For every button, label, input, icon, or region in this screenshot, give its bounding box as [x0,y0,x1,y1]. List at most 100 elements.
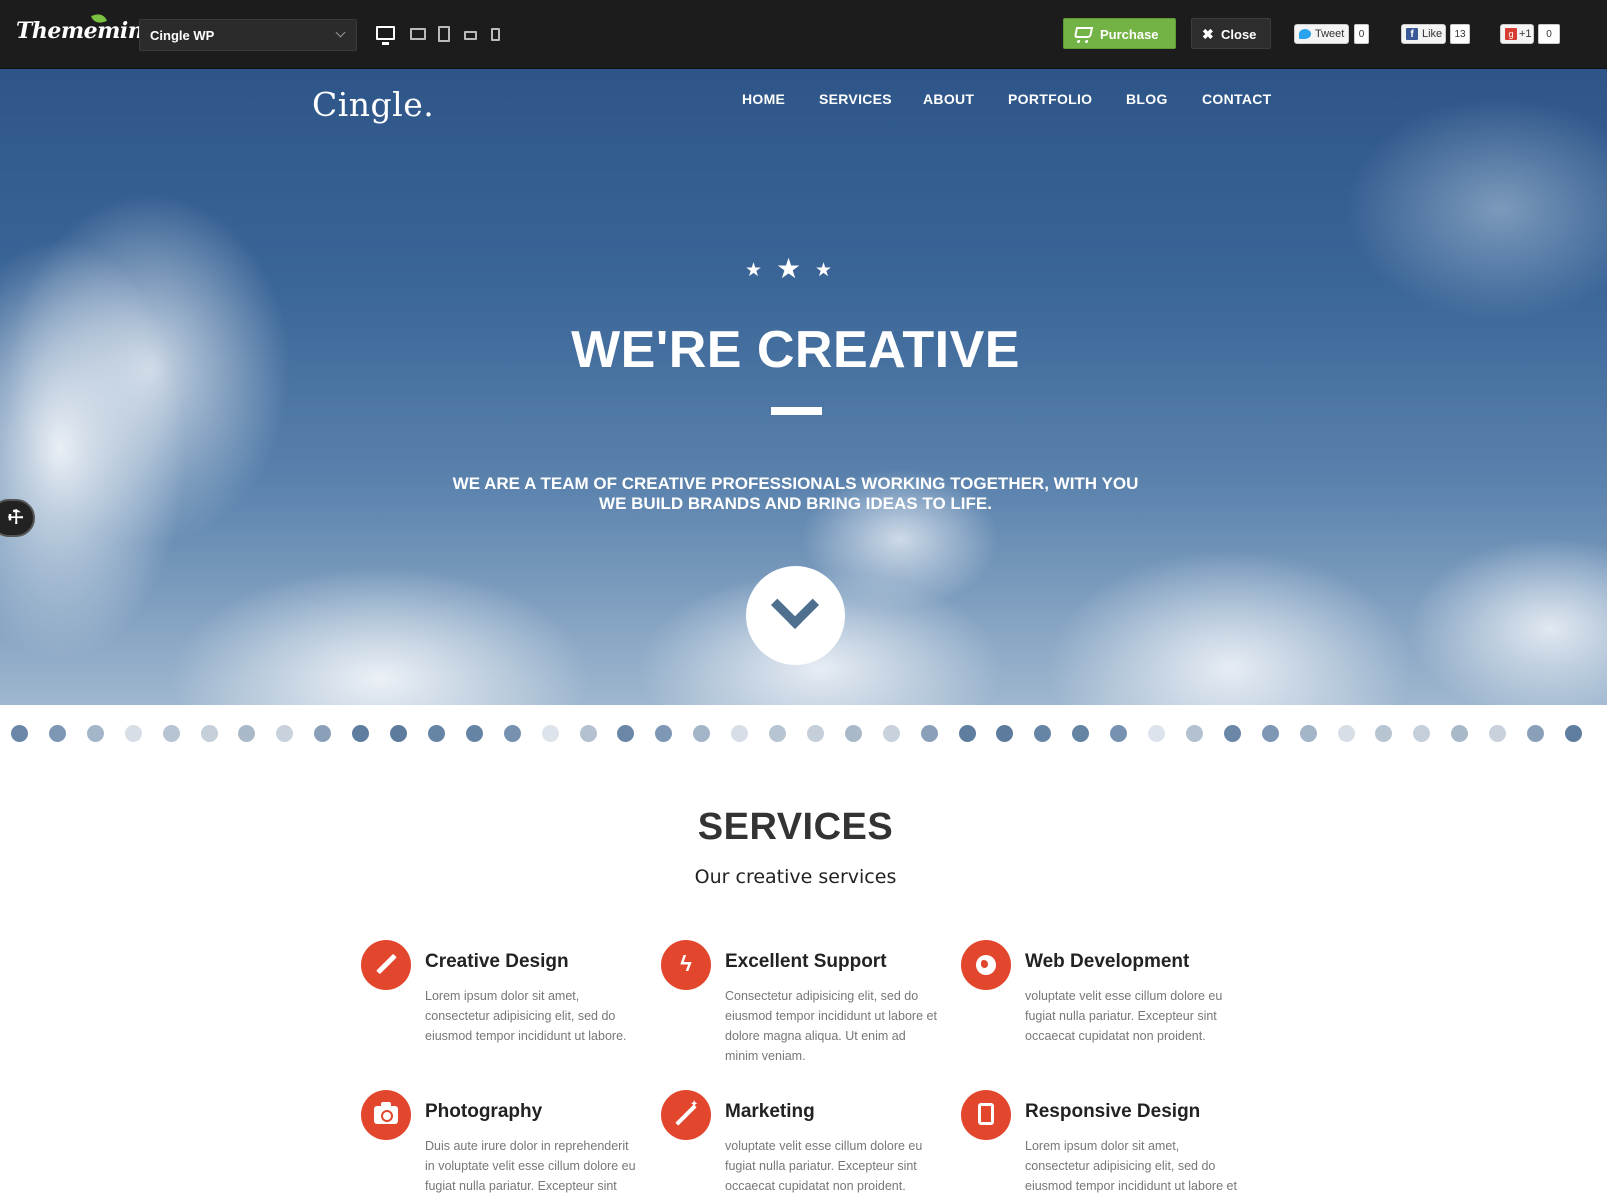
nav-blog[interactable]: BLOG [1126,91,1168,107]
hero-section: Cingle. HOME SERVICES ABOUT PORTFOLIO BL… [0,69,1607,705]
like-label: Like [1422,28,1443,40]
nav-portfolio[interactable]: PORTFOLIO [1008,91,1092,107]
decorative-dot [1527,725,1544,742]
twitter-icon [1299,29,1311,39]
decorative-dot [86,725,104,742]
decorative-dot [1148,725,1165,742]
decorative-dot [1299,725,1317,742]
facebook-icon: f [1406,28,1418,40]
phone-landscape-view-icon[interactable] [464,31,477,40]
decorative-dot [1564,725,1582,742]
decorative-dot [352,725,370,742]
nav-services[interactable]: SERVICES [819,91,892,107]
services-title: SERVICES [697,806,894,848]
decorative-dot [958,725,976,742]
theme-select-value: Cingle WP [150,28,215,43]
gplus-label: +1 [1519,28,1532,40]
decorative-dot [1413,725,1431,742]
decorative-dot [844,725,862,742]
nav-home[interactable]: HOME [742,91,785,107]
decorative-dot [276,725,294,742]
decorative-dot [238,725,256,742]
decorative-dot [1185,725,1203,742]
desktop-view-icon[interactable] [376,26,395,45]
tablet-landscape-view-icon[interactable] [410,28,426,40]
service-desc: Lorem ipsum dolor sit amet, consectetur … [425,989,627,1043]
decorative-dot [541,725,559,742]
close-label: Close [1221,27,1257,42]
decorative-dot [11,725,28,742]
hero-divider [771,407,822,415]
star-icon: ★ [776,253,802,284]
google-plus-icon: g [1505,28,1517,40]
decorative-dot [882,725,900,742]
service-name[interactable]: Photography [425,1101,542,1123]
like-count: 13 [1450,24,1470,44]
stars-ornament: ★ ★ ★ [741,252,837,284]
site-logo[interactable]: Cingle. [312,85,434,124]
gplus-count: 0 [1538,24,1560,44]
cart-icon [1073,27,1094,38]
close-button[interactable]: ✖ Close [1191,18,1271,49]
decorative-dot-strip [0,705,1607,760]
decorative-dot [200,725,218,742]
tablet-icon [961,1090,1011,1140]
decorative-dot [769,725,786,742]
close-icon: ✖ [1202,26,1214,42]
phone-portrait-view-icon[interactable] [491,28,500,41]
camera-icon [361,1090,411,1140]
decorative-dot [1223,725,1241,742]
tweet-count: 0 [1354,24,1369,44]
decorative-dot [920,725,938,742]
bolt-icon: ϟ [661,940,711,990]
star-icon: ★ [745,260,763,281]
service-name[interactable]: Responsive Design [1025,1101,1200,1123]
decorative-dot [1451,725,1469,742]
decorative-dot [162,725,180,742]
star-icon: ★ [815,260,833,281]
service-name[interactable]: Excellent Support [725,951,887,973]
service-desc: voluptate velit esse cillum dolore eu fu… [725,1139,923,1193]
preview-topbar: Thememints Cingle WP Purchase ✖ Close Tw… [0,0,1607,69]
purchase-label: Purchase [1100,27,1159,42]
hero-subtitle: WE ARE A TEAM OF CREATIVE PROFESSIONALS … [452,474,1139,513]
decorative-dot [996,725,1014,742]
chevron-down-icon [335,27,346,38]
tweet-label: Tweet [1315,28,1345,40]
decorative-dot [1375,725,1393,742]
magic-wand-icon: ✦ [661,1090,711,1140]
decorative-dot [693,725,711,742]
decorative-dot [1110,725,1128,742]
service-name[interactable]: Web Development [1025,951,1189,973]
gplus-button[interactable]: g +1 [1500,24,1534,44]
decorative-dot [617,725,635,742]
tablet-portrait-view-icon[interactable] [438,26,450,42]
decorative-dot [465,725,483,742]
nav-about[interactable]: ABOUT [923,91,974,107]
decorative-dot [124,725,142,742]
theme-select[interactable]: Cingle WP [139,19,357,51]
globe-icon [961,940,1011,990]
style-switcher-toggle[interactable]: ⚒ [0,499,35,537]
service-name[interactable]: Marketing [725,1101,815,1123]
tweet-button[interactable]: Tweet [1294,24,1349,44]
decorative-dot [503,725,521,742]
service-desc: Lorem ipsum dolor sit amet, consectetur … [1025,1139,1237,1193]
decorative-dot [731,725,749,742]
wrench-icon: ⚒ [2,504,29,530]
decorative-dot [1072,725,1090,742]
service-desc: Duis aute irure dolor in reprehenderit i… [425,1139,636,1193]
decorative-dot [1034,725,1052,742]
pencil-icon [361,940,411,990]
purchase-button[interactable]: Purchase [1063,18,1176,49]
service-name[interactable]: Creative Design [425,951,569,973]
decorative-dot [390,725,407,742]
decorative-dot [1337,725,1355,742]
nav-contact[interactable]: CONTACT [1202,91,1272,107]
like-button[interactable]: f Like [1401,24,1446,44]
scroll-down-button[interactable] [746,566,845,665]
decorative-dot [48,725,66,742]
service-desc: Consectetur adipisicing elit, sed do eiu… [725,989,937,1063]
hero-title: WE'RE CREATIVE [571,321,1020,379]
decorative-dot [1261,725,1279,742]
